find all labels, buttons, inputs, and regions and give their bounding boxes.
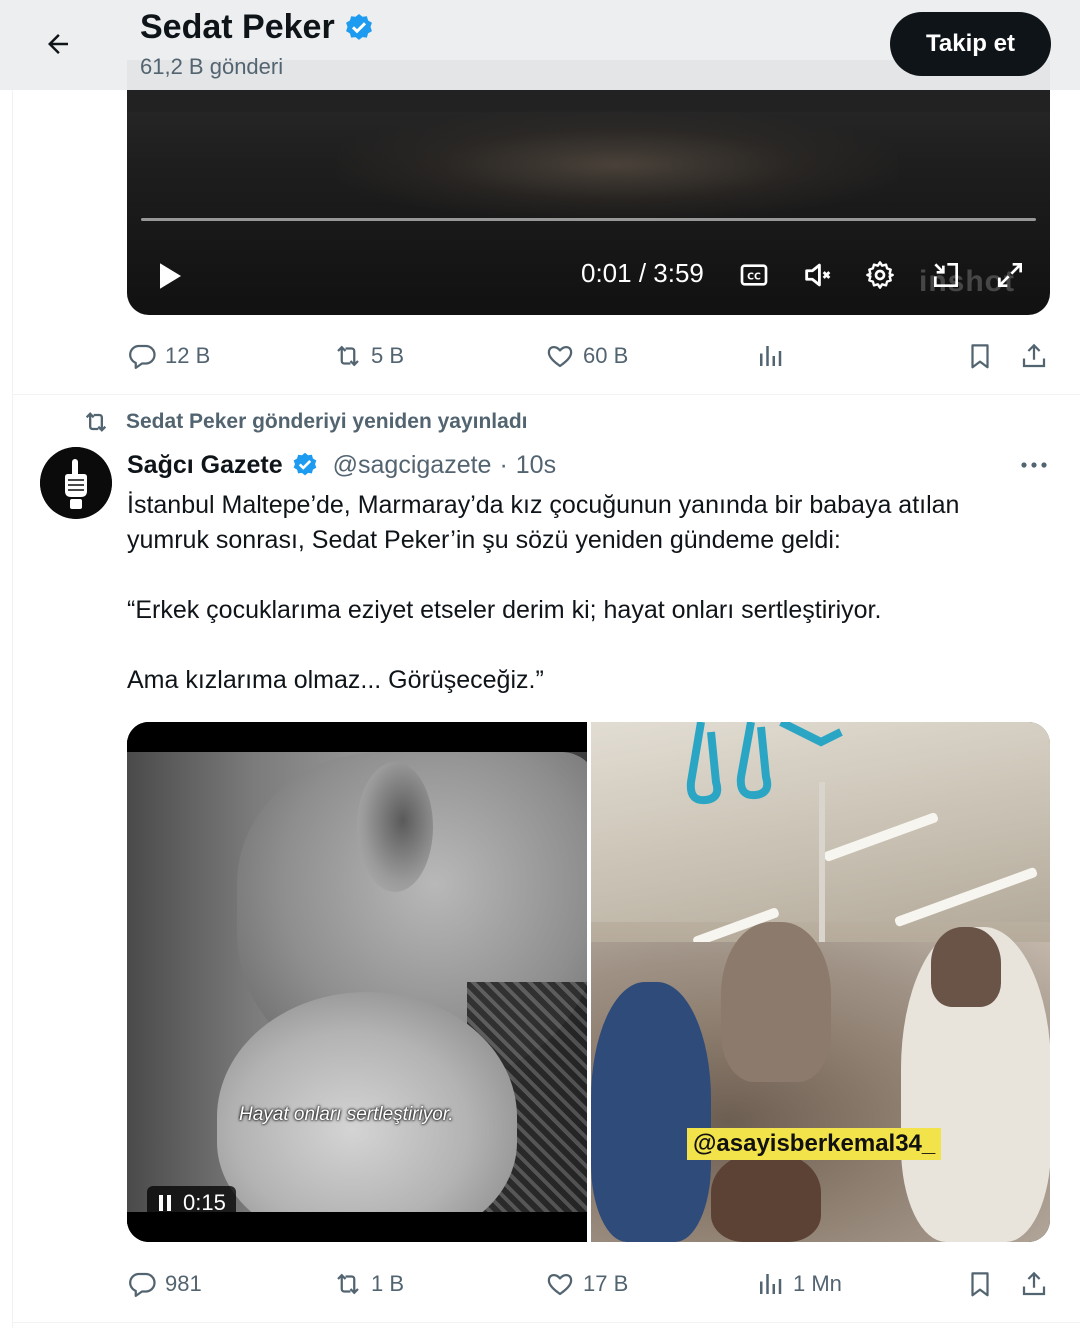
verified-badge-icon (345, 13, 372, 40)
view-count: 1 Mn (793, 1271, 842, 1296)
hand-straps (686, 722, 843, 805)
video-time: 0:01 / 3:59 (581, 258, 704, 288)
timeline-left-border (12, 0, 13, 1328)
repost-icon (337, 345, 359, 367)
video-time-remaining: 0:15 (183, 1190, 226, 1215)
video-ear (357, 762, 433, 892)
settings-gear-icon[interactable] (863, 258, 897, 292)
tweet-media[interactable]: Hayat onları sertleştiriyor. 0:15 @asayi… (127, 722, 1050, 1242)
author-name[interactable]: Sağcı Gazete (127, 451, 283, 480)
video-overlay-handle: @asayisberkemal34_ (687, 1128, 942, 1160)
person (721, 922, 831, 1082)
svg-text:CC: CC (747, 272, 761, 283)
reply-count: 12 B (165, 343, 211, 368)
like-count: 60 B (583, 343, 629, 368)
reply-icon (129, 1272, 156, 1297)
profile-header: Sedat Peker 61,2 B gönderi Takip et (0, 0, 1080, 90)
tweet-time[interactable]: 10s (516, 451, 556, 480)
person (591, 982, 711, 1242)
tweet-quote-line: Ama kızlarıma olmaz... Görüşeceğiz.” (127, 666, 544, 694)
letterbox-top (127, 722, 587, 752)
bookmark-icon (971, 1272, 989, 1297)
share-button[interactable] (1019, 1264, 1049, 1304)
person (931, 927, 1001, 1007)
video-timer[interactable]: 0:15 (147, 1186, 236, 1220)
back-button[interactable] (36, 22, 80, 66)
profile-name: Sedat Peker (140, 8, 335, 46)
repost-icon (85, 412, 107, 432)
video-left-panel[interactable]: Hayat onları sertleştiriyor. 0:15 (127, 722, 587, 1242)
video-subtitle: Hayat onları sertleştiriyor. (239, 1104, 454, 1125)
tweet-text-line: İstanbul Maltepe’de, Marmaray’da kız çoc… (127, 491, 960, 519)
tweet-divider (12, 1322, 1080, 1323)
more-dots-icon (1021, 462, 1047, 468)
repost-button[interactable]: 5 B (333, 336, 404, 376)
like-button[interactable]: 60 B (545, 336, 628, 376)
author-handle[interactable]: @sagcigazete (333, 451, 492, 480)
views-button[interactable] (755, 336, 793, 376)
analytics-icon (760, 346, 782, 366)
tweet-text-line: yumruk sonrası, Sedat Peker’in şu sözü y… (127, 526, 841, 554)
tweet-divider (12, 394, 1080, 395)
share-icon (1022, 343, 1046, 368)
video-frame-blur (337, 110, 897, 220)
bookmark-button[interactable] (965, 1264, 995, 1304)
follow-button[interactable]: Takip et (890, 12, 1051, 76)
play-icon[interactable] (151, 258, 187, 294)
like-count: 17 B (583, 1271, 629, 1296)
arrow-left-icon (48, 34, 68, 54)
reply-icon (129, 344, 156, 369)
share-button[interactable] (1019, 336, 1049, 376)
verified-badge-icon (293, 452, 316, 476)
video-progress-bar[interactable] (141, 218, 1036, 221)
video-right-panel[interactable]: @asayisberkemal34_ (591, 722, 1050, 1242)
reply-button[interactable]: 981 (127, 1264, 202, 1304)
bookmark-icon (971, 344, 989, 369)
tweet-author-line: Sağcı Gazete @sagcigazete · 10s (127, 447, 556, 483)
video-frame-strip (127, 90, 1050, 112)
profile-title: Sedat Peker (140, 8, 375, 47)
tweet-quote-line: “Erkek çocuklarıma eziyet etseler derim … (127, 596, 882, 624)
pause-icon (159, 1195, 171, 1211)
repost-count: 5 B (371, 343, 405, 368)
bookmark-button[interactable] (965, 336, 995, 376)
share-icon (1022, 1271, 1046, 1296)
repost-indicator[interactable]: Sedat Peker gönderiyi yeniden yayınladı (82, 408, 527, 436)
person (711, 1152, 821, 1242)
fullscreen-icon[interactable] (993, 258, 1027, 292)
tweet-actions: 12 B 5 B 60 B (127, 336, 1050, 376)
heart-icon (547, 1274, 573, 1296)
repost-button[interactable]: 1 B (333, 1264, 404, 1304)
more-options-button[interactable] (1014, 450, 1054, 480)
tweet-text: İstanbul Maltepe’de, Marmaray’da kız çoc… (127, 488, 1057, 698)
repost-icon (337, 1273, 359, 1295)
like-button[interactable]: 17 B (545, 1264, 628, 1304)
reply-button[interactable]: 12 B (127, 336, 210, 376)
separator-dot: · (499, 450, 508, 479)
fist-logo-icon (40, 447, 112, 519)
repost-count: 1 B (371, 1271, 405, 1296)
heart-icon (547, 346, 573, 368)
tweet-video-player[interactable]: 0:01 / 3:59 CC inshot (127, 60, 1050, 315)
mute-icon[interactable] (801, 258, 835, 292)
avatar[interactable] (40, 447, 112, 519)
reply-count: 981 (165, 1271, 202, 1296)
post-count: 61,2 B gönderi (140, 54, 284, 79)
views-button[interactable]: 1 Mn (755, 1264, 842, 1304)
analytics-icon (760, 1274, 782, 1294)
tweet-actions: 981 1 B 17 B 1 Mn (127, 1264, 1050, 1304)
repost-note: Sedat Peker gönderiyi yeniden yayınladı (126, 410, 528, 433)
captions-icon[interactable]: CC (737, 258, 771, 292)
